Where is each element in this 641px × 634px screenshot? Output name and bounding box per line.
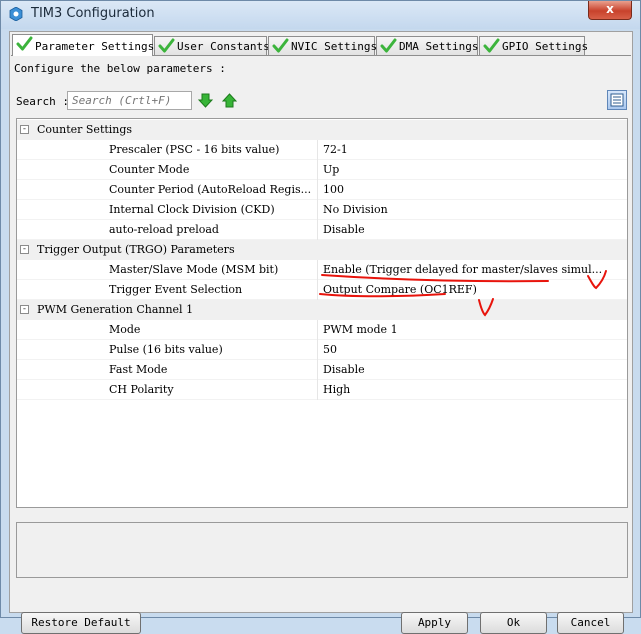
param-value[interactable]: PWM mode 1 [323, 323, 625, 336]
param-name: Pulse (16 bits value) [109, 343, 223, 356]
group-pwm-channel-1[interactable]: - PWM Generation Channel 1 [17, 300, 627, 320]
arrow-down-icon[interactable] [198, 93, 213, 108]
param-value[interactable]: Disable [323, 223, 625, 236]
param-value[interactable]: Enable (Trigger delayed for master/slave… [323, 263, 625, 276]
param-name: Mode [109, 323, 141, 336]
parameter-settings-panel: Configure the below parameters : Search … [11, 55, 631, 634]
check-icon [272, 38, 289, 53]
param-name: CH Polarity [109, 383, 174, 396]
group-counter-settings[interactable]: - Counter Settings [17, 120, 627, 140]
param-value[interactable]: No Division [323, 203, 625, 216]
parameter-tree: - Counter Settings Prescaler (PSC - 16 b… [16, 118, 628, 508]
tab-dma-settings[interactable]: DMA Settings [376, 36, 478, 55]
param-name: Master/Slave Mode (MSM bit) [109, 263, 279, 276]
group-trigger-output[interactable]: - Trigger Output (TRGO) Parameters [17, 240, 627, 260]
param-row[interactable]: Internal Clock Division (CKD) No Divisio… [17, 200, 627, 220]
gear-icon [9, 7, 23, 21]
description-panel [16, 522, 628, 578]
list-view-button[interactable] [607, 90, 627, 110]
configure-label: Configure the below parameters : [14, 62, 226, 75]
apply-button[interactable]: Apply [401, 612, 468, 634]
tab-gpio-settings[interactable]: GPIO Settings [479, 36, 589, 55]
configuration-window: TIM3 Configuration x Parameter Settings … [0, 0, 641, 634]
param-name: auto-reload preload [109, 223, 219, 236]
window-title: TIM3 Configuration [31, 6, 155, 21]
param-value[interactable]: 100 [323, 183, 625, 196]
tab-label: Parameter Settings [35, 40, 155, 53]
search-input[interactable] [67, 91, 192, 110]
tab-label: NVIC Settings [291, 40, 378, 53]
param-name: Trigger Event Selection [109, 283, 243, 296]
param-row[interactable]: Counter Period (AutoReload Regis... 100 [17, 180, 627, 200]
param-value[interactable]: 50 [323, 343, 625, 356]
list-view-icon [610, 93, 624, 107]
arrow-up-icon[interactable] [222, 93, 237, 108]
collapse-toggle[interactable]: - [20, 305, 29, 314]
param-value[interactable]: 72-1 [323, 143, 625, 156]
param-name: Counter Period (AutoReload Regis... [109, 183, 312, 196]
param-value[interactable]: Up [323, 163, 625, 176]
search-label: Search : [16, 95, 69, 108]
param-name: Fast Mode [109, 363, 168, 376]
param-row[interactable]: Trigger Event Selection Output Compare (… [17, 280, 627, 300]
check-icon [483, 38, 500, 53]
tab-label: GPIO Settings [502, 40, 589, 53]
param-row[interactable]: Prescaler (PSC - 16 bits value) 72-1 [17, 140, 627, 160]
close-button[interactable]: x [588, 1, 632, 20]
param-value[interactable]: High [323, 383, 625, 396]
group-label: Counter Settings [37, 123, 133, 136]
param-row[interactable]: CH Polarity High [17, 380, 627, 400]
restore-default-button[interactable]: Restore Default [21, 612, 141, 634]
param-row[interactable]: auto-reload preload Disable [17, 220, 627, 240]
ok-button[interactable]: Ok [480, 612, 547, 634]
title-bar[interactable]: TIM3 Configuration x [1, 1, 640, 29]
tab-user-constants[interactable]: User Constants [154, 36, 270, 55]
param-row[interactable]: Fast Mode Disable [17, 360, 627, 380]
check-icon [16, 36, 33, 51]
param-name: Internal Clock Division (CKD) [109, 203, 275, 216]
group-label: Trigger Output (TRGO) Parameters [37, 243, 235, 256]
cancel-button[interactable]: Cancel [557, 612, 624, 634]
check-icon [380, 38, 397, 53]
dialog-body: Parameter Settings User Constants NVIC S… [9, 31, 633, 634]
check-icon [158, 38, 175, 53]
param-value[interactable]: Output Compare (OC1REF) [323, 283, 625, 296]
param-row[interactable]: Master/Slave Mode (MSM bit) Enable (Trig… [17, 260, 627, 280]
group-label: PWM Generation Channel 1 [37, 303, 194, 316]
param-row[interactable]: Pulse (16 bits value) 50 [17, 340, 627, 360]
tab-nvic-settings[interactable]: NVIC Settings [268, 36, 378, 55]
param-value[interactable]: Disable [323, 363, 625, 376]
tab-label: DMA Settings [399, 40, 479, 53]
tab-parameter-settings[interactable]: Parameter Settings [12, 34, 155, 56]
param-row[interactable]: Mode PWM mode 1 [17, 320, 627, 340]
param-name: Counter Mode [109, 163, 190, 176]
param-name: Prescaler (PSC - 16 bits value) [109, 143, 280, 156]
collapse-toggle[interactable]: - [20, 245, 29, 254]
collapse-toggle[interactable]: - [20, 125, 29, 134]
tab-label: User Constants [177, 40, 270, 53]
param-row[interactable]: Counter Mode Up [17, 160, 627, 180]
